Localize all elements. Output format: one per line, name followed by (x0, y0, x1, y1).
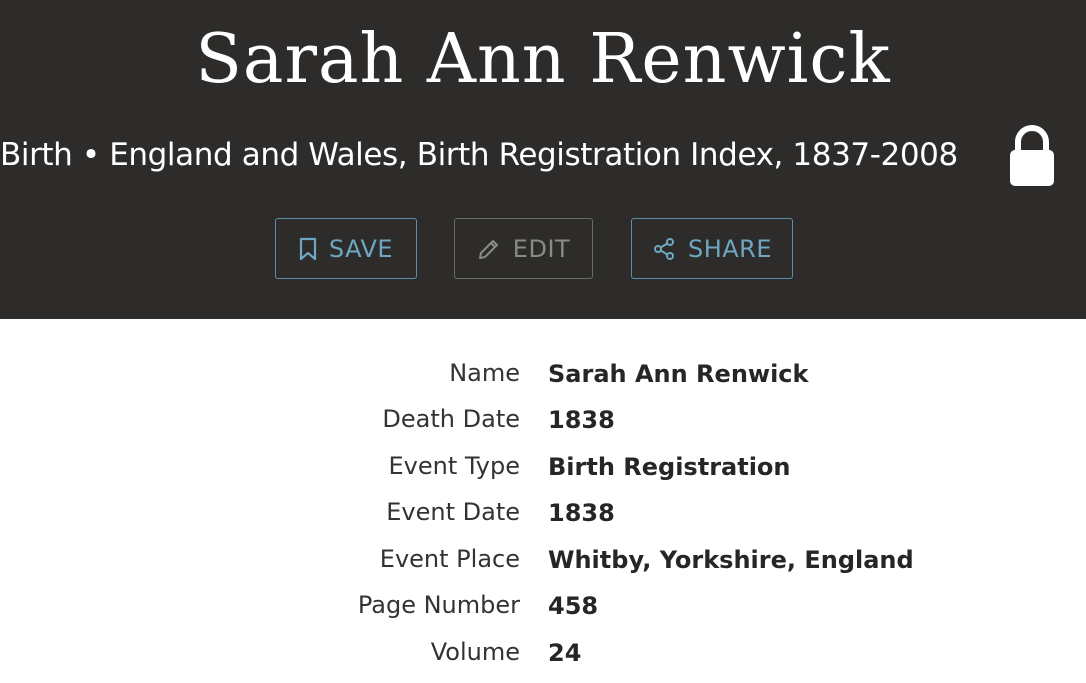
detail-row-name: Name Sarah Ann Renwick (0, 358, 1086, 404)
save-button[interactable]: SAVE (275, 218, 417, 279)
detail-label: Event Place (379, 545, 520, 573)
detail-label: Page Number (357, 591, 520, 619)
record-details: Name Sarah Ann Renwick Death Date 1838 E… (0, 319, 1086, 681)
detail-label: Death Date (382, 405, 520, 433)
detail-label: Volume (430, 638, 520, 666)
detail-row-volume: Volume 24 (0, 637, 1086, 683)
detail-row-death-date: Death Date 1838 (0, 404, 1086, 450)
pencil-icon (477, 237, 501, 261)
detail-value: 24 (548, 639, 582, 667)
record-subtitle: Birth • England and Wales, Birth Registr… (0, 137, 958, 173)
detail-value: Sarah Ann Renwick (548, 360, 809, 388)
detail-value: 1838 (548, 499, 615, 527)
detail-row-page-number: Page Number 458 (0, 590, 1086, 636)
detail-row-event-date: Event Date 1838 (0, 497, 1086, 543)
save-button-label: SAVE (328, 234, 394, 263)
record-header: Sarah Ann Renwick Birth • England and Wa… (0, 0, 1086, 319)
share-icon (652, 237, 676, 261)
edit-button-label: EDIT (512, 234, 571, 263)
lock-icon (1008, 122, 1056, 188)
page-title: Sarah Ann Renwick (195, 20, 891, 99)
bookmark-icon (299, 237, 317, 261)
detail-value: 458 (548, 592, 599, 620)
detail-row-event-type: Event Type Birth Registration (0, 451, 1086, 497)
edit-button[interactable]: EDIT (454, 218, 593, 279)
share-button-label: SHARE (687, 234, 773, 263)
detail-label: Name (449, 359, 520, 387)
detail-label: Event Type (388, 452, 520, 480)
detail-value: Birth Registration (548, 453, 791, 481)
detail-row-event-place: Event Place Whitby, Yorkshire, England (0, 544, 1086, 590)
share-button[interactable]: SHARE (631, 218, 793, 279)
detail-value: Whitby, Yorkshire, England (548, 546, 914, 574)
detail-label: Event Date (386, 498, 520, 526)
detail-value: 1838 (548, 406, 615, 434)
